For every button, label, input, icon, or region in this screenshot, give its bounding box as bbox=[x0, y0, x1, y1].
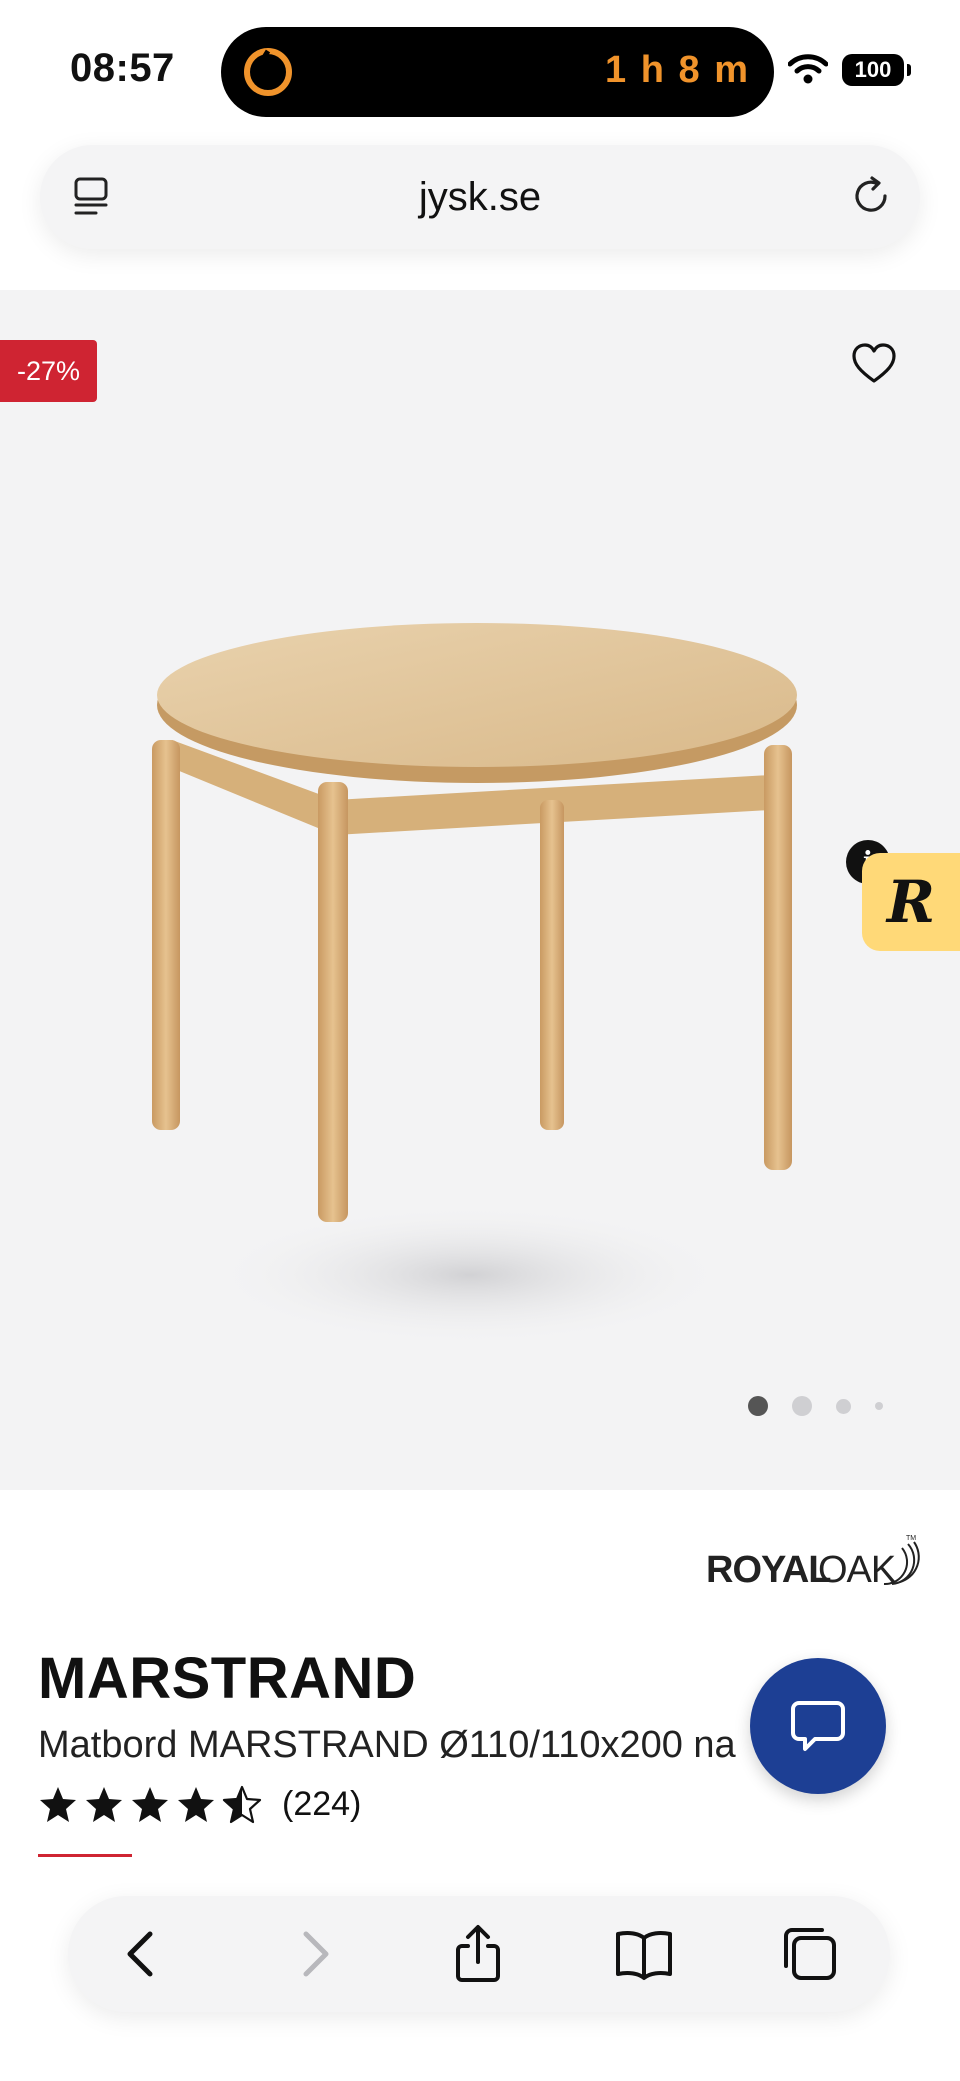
svg-text:TM: TM bbox=[906, 1535, 916, 1542]
chat-button[interactable] bbox=[750, 1658, 886, 1794]
star-half-icon bbox=[222, 1785, 262, 1824]
chevron-right-icon[interactable] bbox=[282, 1922, 346, 1986]
product-title: MARSTRAND bbox=[38, 1646, 417, 1711]
product-image-gallery[interactable]: -27% R bbox=[0, 290, 960, 1490]
rating[interactable]: (224) bbox=[38, 1784, 361, 1824]
reload-icon[interactable] bbox=[848, 173, 894, 219]
url-text[interactable]: jysk.se bbox=[419, 175, 541, 220]
product-image[interactable] bbox=[140, 520, 820, 1420]
chat-bubble-icon bbox=[791, 1701, 845, 1751]
image-pagination[interactable] bbox=[748, 1396, 883, 1416]
star-full-icon bbox=[178, 1787, 214, 1822]
url-bar[interactable]: jysk.se bbox=[40, 145, 920, 249]
pagination-dot[interactable] bbox=[748, 1396, 768, 1416]
r-badge-widget[interactable]: R bbox=[862, 853, 960, 951]
battery-indicator: 100 bbox=[842, 54, 911, 86]
status-time: 08:57 bbox=[70, 46, 175, 90]
star-full-icon bbox=[40, 1787, 76, 1822]
rating-count[interactable]: (224) bbox=[282, 1785, 361, 1824]
dynamic-island[interactable]: 1 h 8 m bbox=[221, 27, 774, 117]
tabs-copy-icon[interactable] bbox=[778, 1922, 842, 1986]
chevron-left-icon[interactable] bbox=[110, 1922, 174, 1986]
section-divider bbox=[38, 1854, 132, 1857]
activity-timer: 1 h 8 m bbox=[605, 49, 750, 91]
pagination-dot[interactable] bbox=[875, 1402, 883, 1410]
wifi-icon bbox=[788, 54, 828, 84]
status-bar: 08:57 1 h 8 m 100 bbox=[0, 0, 960, 140]
brand-logo-royaloak[interactable]: ROYAL OAK TM bbox=[706, 1532, 921, 1592]
pagination-dot[interactable] bbox=[792, 1396, 812, 1416]
star-full-icon bbox=[86, 1787, 122, 1822]
discount-badge: -27% bbox=[0, 340, 97, 402]
svg-text:ROYAL: ROYAL bbox=[706, 1549, 831, 1591]
book-icon[interactable] bbox=[612, 1922, 676, 1986]
product-description: Matbord MARSTRAND Ø110/110x200 na bbox=[38, 1724, 736, 1766]
share-icon[interactable] bbox=[446, 1922, 510, 1986]
page: 08:57 1 h 8 m 100 jysk.se -27% R ROYAL O… bbox=[0, 0, 960, 2081]
browser-toolbar bbox=[68, 1896, 890, 2012]
tabs-icon[interactable] bbox=[70, 175, 114, 219]
pagination-dot[interactable] bbox=[836, 1398, 851, 1414]
heart-icon[interactable] bbox=[850, 340, 898, 388]
star-full-icon bbox=[132, 1787, 168, 1822]
timer-icon bbox=[244, 48, 292, 96]
